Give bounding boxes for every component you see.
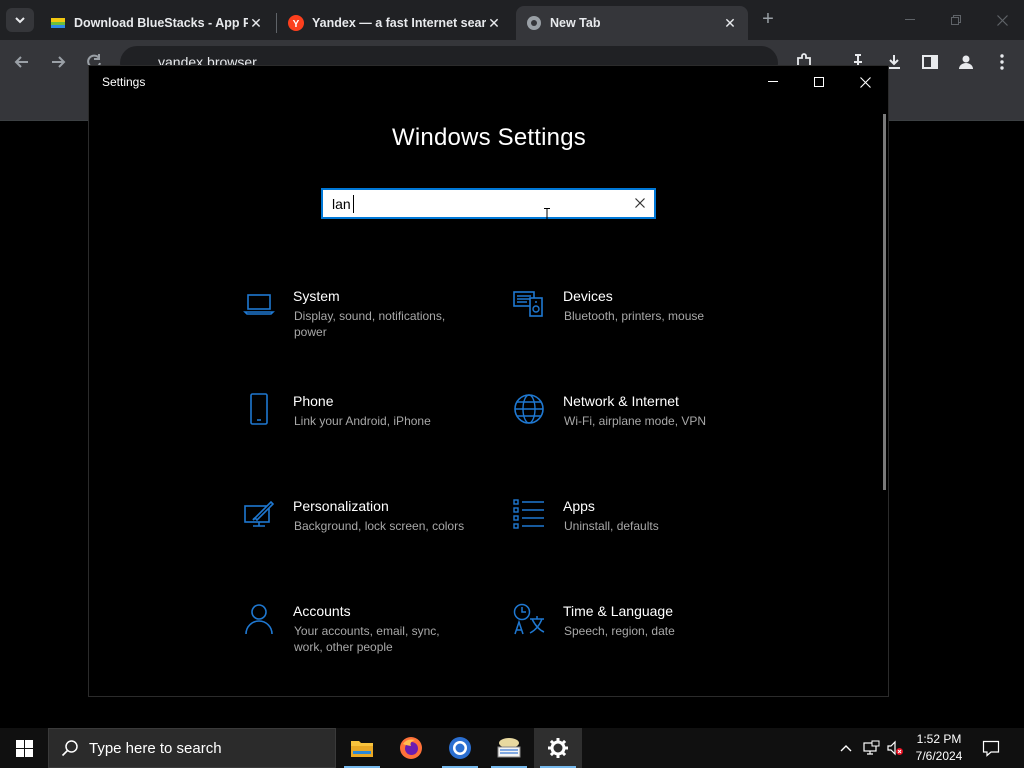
scrollbar[interactable] <box>883 114 886 490</box>
gear-icon <box>548 738 568 758</box>
browser-restore-button[interactable] <box>942 8 970 32</box>
profile-icon[interactable] <box>956 52 976 72</box>
volume-muted-icon[interactable] <box>886 739 903 757</box>
clear-search-icon[interactable] <box>632 195 648 211</box>
tab-yandex[interactable]: Y Yandex — a fast Internet searc ✕ <box>278 6 512 40</box>
taskbar-search-box[interactable]: Type here to search <box>48 728 336 768</box>
taskbar-firefox[interactable] <box>387 728 435 768</box>
taskbar-file-explorer[interactable] <box>338 728 386 768</box>
tab-close-icon[interactable]: ✕ <box>486 15 502 32</box>
text-caret <box>353 195 354 213</box>
network-icon[interactable] <box>862 739 880 757</box>
clock-date: 7/6/2024 <box>915 749 963 763</box>
page-title: Windows Settings <box>392 124 586 151</box>
category-time-language[interactable]: Time & Language Speech, region, date <box>513 603 763 673</box>
firefox-icon <box>400 737 422 759</box>
new-tab-button[interactable]: + <box>758 8 778 30</box>
category-title: System <box>293 288 340 304</box>
forward-arrow-icon[interactable] <box>48 52 68 72</box>
yandex-icon: Y <box>288 15 304 31</box>
category-description: Display, sound, notifications, power <box>294 309 446 339</box>
time-language-icon <box>513 603 545 635</box>
category-accounts[interactable]: Accounts Your accounts, email, sync, wor… <box>243 603 493 673</box>
taskbar-chrome[interactable] <box>436 728 484 768</box>
person-icon <box>245 604 273 635</box>
search-icon <box>61 740 78 757</box>
globe-icon <box>514 394 544 424</box>
category-phone[interactable]: Phone Link your Android, iPhone <box>243 393 493 463</box>
devices-icon <box>513 291 543 317</box>
chevron-down-icon <box>15 16 25 23</box>
tab-title: Yandex — a fast Internet searc <box>312 16 486 30</box>
bluestacks-icon <box>50 15 66 31</box>
category-description: Your accounts, email, sync, work, other … <box>294 624 440 654</box>
tab-separator <box>276 13 277 33</box>
category-description: Bluetooth, printers, mouse <box>564 309 705 323</box>
minimize-icon <box>905 19 915 20</box>
tab-search-button[interactable] <box>6 8 34 32</box>
maximize-button[interactable] <box>796 66 842 98</box>
close-icon <box>996 14 1008 26</box>
category-description: Background, lock screen, colors <box>294 519 465 533</box>
category-system[interactable]: System Display, sound, notifications, po… <box>243 288 493 358</box>
taskbar-app-window[interactable] <box>485 728 533 768</box>
taskbar: Type here to search 1:52 PM 7/6/2024 <box>0 728 1024 768</box>
minimize-button[interactable] <box>750 66 796 98</box>
taskbar-settings[interactable] <box>534 728 582 768</box>
chrome-icon <box>526 15 542 31</box>
network-app-icon <box>497 738 521 758</box>
search-input[interactable] <box>332 195 622 213</box>
category-network-internet[interactable]: Network & Internet Wi-Fi, airplane mode,… <box>513 393 763 463</box>
tab-strip: Download BlueStacks - App Pl ✕ Y Yandex … <box>0 0 1024 40</box>
close-button[interactable] <box>842 66 888 98</box>
phone-icon <box>250 393 268 425</box>
tab-title: Download BlueStacks - App Pl <box>74 16 248 30</box>
notifications-icon[interactable] <box>982 739 1000 757</box>
category-title: Apps <box>563 498 595 514</box>
show-hidden-icons-chevron-icon[interactable] <box>838 739 854 757</box>
chrome-icon <box>449 737 471 759</box>
maximize-icon <box>814 77 824 87</box>
category-description: Speech, region, date <box>564 624 675 638</box>
category-title: Devices <box>563 288 613 304</box>
minimize-icon <box>768 81 778 82</box>
category-title: Phone <box>293 393 334 409</box>
restore-icon <box>951 15 961 25</box>
settings-window: Settings Windows Settings System Display… <box>88 65 889 697</box>
category-apps[interactable]: Apps Uninstall, defaults <box>513 498 763 568</box>
category-title: Network & Internet <box>563 393 679 409</box>
svg-text:Y: Y <box>293 19 300 30</box>
tab-new-tab[interactable]: New Tab ✕ <box>516 6 748 40</box>
browser-minimize-button[interactable] <box>896 8 924 32</box>
category-title: Accounts <box>293 603 351 619</box>
category-devices[interactable]: Devices Bluetooth, printers, mouse <box>513 288 763 358</box>
paint-icon <box>244 500 275 527</box>
side-panel-icon[interactable] <box>920 52 940 72</box>
close-icon <box>859 76 871 88</box>
settings-search-box[interactable] <box>321 188 656 222</box>
tab-bluestacks[interactable]: Download BlueStacks - App Pl ✕ <box>40 6 274 40</box>
laptop-icon <box>243 294 275 315</box>
apps-list-icon <box>513 499 544 529</box>
taskbar-search-placeholder: Type here to search <box>89 739 222 757</box>
category-title: Time & Language <box>563 603 673 619</box>
menu-dots-icon[interactable] <box>992 52 1012 72</box>
clock-time: 1:52 PM <box>916 732 962 746</box>
text-cursor-icon <box>544 208 550 222</box>
browser-close-button[interactable] <box>988 8 1016 32</box>
tab-close-icon[interactable]: ✕ <box>248 15 264 32</box>
tab-close-icon[interactable]: ✕ <box>722 15 738 32</box>
tab-title: New Tab <box>550 16 601 30</box>
category-description: Uninstall, defaults <box>564 519 659 533</box>
windows-logo-icon <box>15 739 33 757</box>
category-description: Wi-Fi, airplane mode, VPN <box>564 414 707 428</box>
category-personalization[interactable]: Personalization Background, lock screen,… <box>243 498 493 568</box>
category-description: Link your Android, iPhone <box>294 414 431 428</box>
back-arrow-icon[interactable] <box>12 52 32 72</box>
clock[interactable]: 1:52 PM 7/6/2024 <box>908 731 970 765</box>
folder-icon <box>351 741 373 757</box>
start-button[interactable] <box>0 728 48 768</box>
window-title: Settings <box>102 75 146 89</box>
category-title: Personalization <box>293 498 389 514</box>
